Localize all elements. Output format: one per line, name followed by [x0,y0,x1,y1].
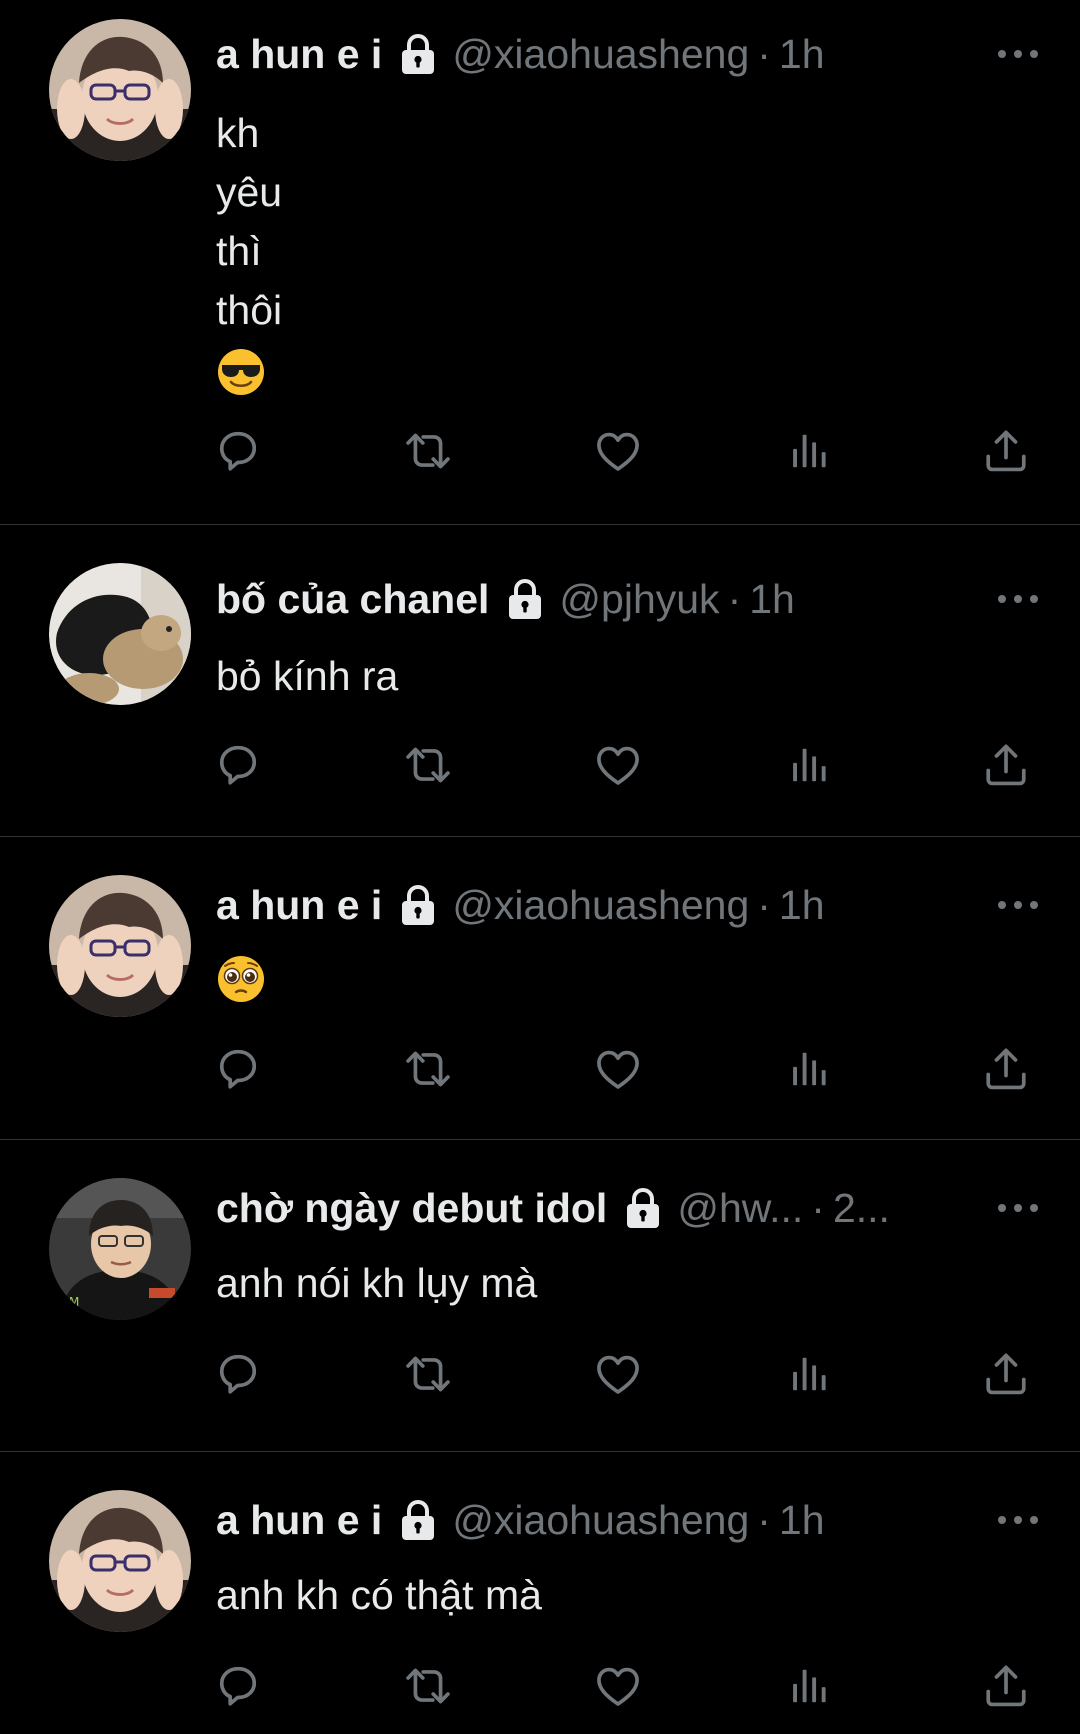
smiling-face-with-sunglasses-icon [218,349,264,396]
tweet-text-line: thì [216,228,262,274]
retweet-icon[interactable] [402,739,454,791]
separator: · [811,1184,825,1231]
tweet-emoji-line [216,340,282,399]
reply-icon[interactable] [212,1660,264,1712]
tweet[interactable]: a hun e i @xiaohuasheng · 1h kh yêu thì … [0,0,1080,525]
views-icon[interactable] [784,1348,836,1400]
retweet-icon[interactable] [402,425,454,477]
handle[interactable]: @pjhyuk [559,576,719,623]
tweet-header: chờ ngày debut idol @hw... · 2... [216,1180,890,1236]
display-name[interactable]: a hun e i [216,882,382,929]
views-icon[interactable] [784,739,836,791]
share-icon[interactable] [980,425,1032,477]
tweet-text-line: anh kh có thật mà [216,1572,542,1618]
timestamp[interactable]: 1h [779,882,825,929]
display-name[interactable]: a hun e i [216,1497,382,1544]
handle[interactable]: @hw... [677,1185,803,1232]
timestamp[interactable]: 2... [833,1185,890,1232]
display-name[interactable]: chờ ngày debut idol [216,1185,607,1232]
reply-icon[interactable] [212,1043,264,1095]
separator: · [757,1496,771,1543]
tweet-header: a hun e i @xiaohuasheng · 1h [216,877,825,933]
tweet-text: bỏ kính ra [216,647,398,706]
handle[interactable]: @xiaohuasheng [452,882,749,929]
timestamp[interactable]: 1h [779,31,825,78]
retweet-icon[interactable] [402,1660,454,1712]
tweet-actions [212,1660,1032,1720]
tweet-actions [212,1043,1032,1103]
tweet-text-line: yêu [216,169,283,215]
views-icon[interactable] [784,1660,836,1712]
share-icon[interactable] [980,1348,1032,1400]
retweet-icon[interactable] [402,1348,454,1400]
tweet[interactable]: bố của chanel @pjhyuk · 1h bỏ kính ra [0,525,1080,837]
lock-icon [505,577,545,621]
display-name[interactable]: bố của chanel [216,576,489,623]
tweet-text [216,947,266,1006]
views-icon[interactable] [784,1043,836,1095]
share-icon[interactable] [980,739,1032,791]
like-icon[interactable] [592,1660,644,1712]
avatar[interactable] [49,1490,191,1632]
timestamp[interactable]: 1h [779,1497,825,1544]
tweet-text-line: kh [216,110,260,156]
more-icon[interactable] [998,36,1038,72]
handle[interactable]: @xiaohuasheng [452,1497,749,1544]
lock-icon [398,1498,438,1542]
tweet-actions [212,739,1032,799]
tweet-text-line: anh nói kh lụy mà [216,1260,538,1306]
tweet-text: anh nói kh lụy mà [216,1254,537,1313]
views-icon[interactable] [784,425,836,477]
share-icon[interactable] [980,1660,1032,1712]
lock-icon [398,32,438,76]
tweet-text-line: bỏ kính ra [216,653,399,699]
retweet-icon[interactable] [402,1043,454,1095]
pleading-face-icon [218,956,264,1003]
avatar[interactable] [49,563,191,705]
tweet-header: a hun e i @xiaohuasheng · 1h [216,26,825,82]
share-icon[interactable] [980,1043,1032,1095]
like-icon[interactable] [592,1043,644,1095]
tweet-text-line: thôi [216,287,283,333]
reply-icon[interactable] [212,425,264,477]
tweet[interactable]: a hun e i @xiaohuasheng · 1h [0,837,1080,1140]
tweet-text: anh kh có thật mà [216,1566,542,1625]
reply-icon[interactable] [212,739,264,791]
lock-icon [398,883,438,927]
separator: · [757,30,771,77]
tweet[interactable]: chờ ngày debut idol @hw... · 2... anh nó… [0,1140,1080,1452]
avatar[interactable] [49,19,191,161]
like-icon[interactable] [592,739,644,791]
tweet-actions [212,425,1032,485]
tweet-header: a hun e i @xiaohuasheng · 1h [216,1492,825,1548]
handle[interactable]: @xiaohuasheng [452,31,749,78]
like-icon[interactable] [592,1348,644,1400]
tweet-text: kh yêu thì thôi [216,104,282,399]
avatar[interactable] [49,875,191,1017]
timestamp[interactable]: 1h [749,576,795,623]
separator: · [727,575,742,622]
tweet-header: bố của chanel @pjhyuk · 1h [216,571,795,627]
more-icon[interactable] [998,1502,1038,1538]
avatar[interactable] [49,1178,191,1320]
reply-icon[interactable] [212,1348,264,1400]
display-name[interactable]: a hun e i [216,31,382,78]
like-icon[interactable] [592,425,644,477]
more-icon[interactable] [998,1190,1038,1226]
tweet-actions [212,1348,1032,1408]
lock-icon [623,1186,663,1230]
separator: · [757,881,771,928]
more-icon[interactable] [998,887,1038,923]
tweet-emoji-line [216,947,266,1006]
more-icon[interactable] [998,581,1038,617]
tweet[interactable]: a hun e i @xiaohuasheng · 1h anh kh có t… [0,1452,1080,1734]
